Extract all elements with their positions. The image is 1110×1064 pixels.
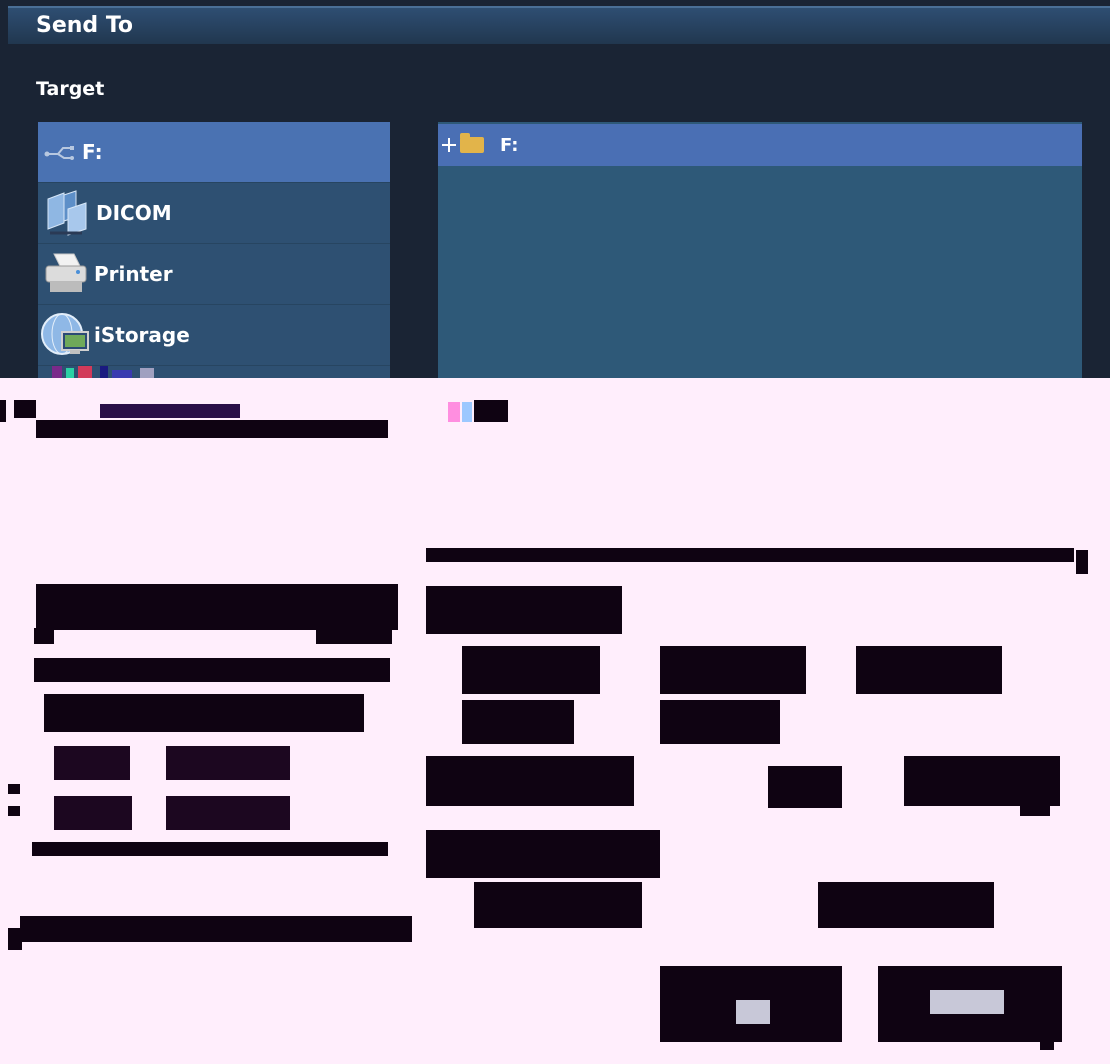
send-to-dialog: Send To Target F: DICOM Printer iStorage… [0,0,1110,378]
usb-icon [44,146,74,160]
target-list: F: DICOM Printer iStorage [38,122,390,378]
target-item-label: F: [82,140,103,164]
plus-icon[interactable] [442,138,456,152]
target-item-label: DICOM [96,201,172,225]
partial-icon [52,366,154,378]
istorage-icon [41,313,89,355]
network-icon [47,190,87,236]
dialog-title: Send To [36,13,134,38]
target-item-label: Printer [94,262,173,286]
target-item-dicom[interactable]: DICOM [38,183,390,244]
printer-icon [45,253,87,292]
file-tree-panel: F: [438,122,1082,378]
target-item-usb[interactable]: F: [38,122,390,183]
folder-icon [460,133,484,153]
target-item-istorage[interactable]: iStorage [38,305,390,366]
target-item-printer[interactable]: Printer [38,244,390,305]
tree-node-label: F: [500,134,519,156]
target-item-partial[interactable] [38,366,390,378]
tree-node-root[interactable]: F: [438,124,1082,166]
dialog-title-bar: Send To [8,6,1110,44]
target-item-label: iStorage [94,323,190,347]
target-section-label: Target [36,78,105,100]
